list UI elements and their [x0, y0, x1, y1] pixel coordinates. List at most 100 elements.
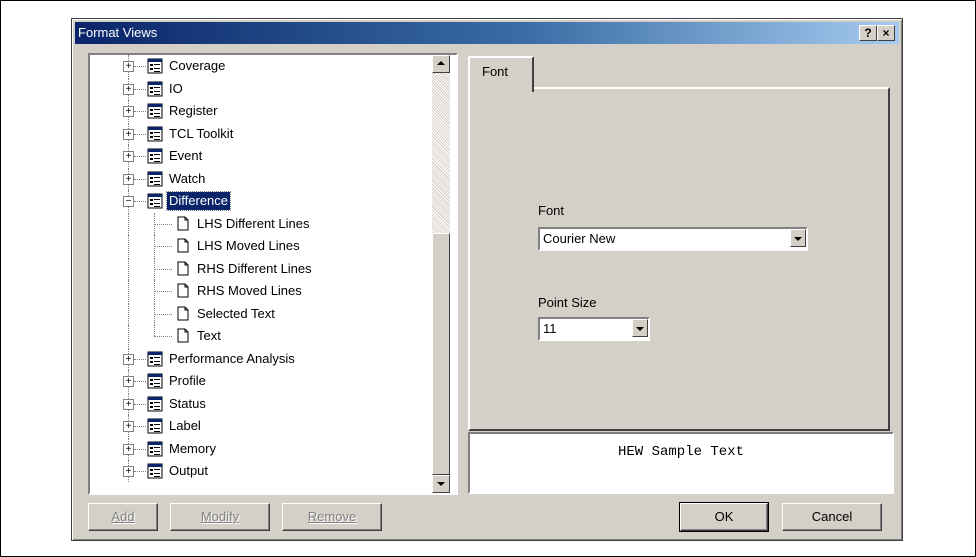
tree-folder-item[interactable]: + Output	[90, 460, 430, 482]
tree-item-label: Watch	[169, 171, 206, 186]
cancel-button[interactable]: Cancel	[782, 503, 882, 531]
tree-folder-item[interactable]: + TCL Toolkit	[90, 123, 430, 145]
window-title: Format Views	[78, 25, 158, 40]
tree-folder-item[interactable]: + Coverage	[90, 55, 430, 77]
point-size-select[interactable]: 11	[538, 317, 650, 341]
ok-button[interactable]: OK	[679, 502, 769, 532]
scroll-up-button[interactable]	[432, 55, 450, 73]
format-views-dialog: Format Views ? × + Coverage + IO + Register + T…	[71, 18, 903, 541]
collapse-icon[interactable]: −	[123, 196, 134, 207]
remove-button-label: Remove	[307, 509, 357, 524]
tree-item-label: RHS Different Lines	[197, 261, 312, 276]
tree-connector	[128, 303, 129, 325]
expand-icon[interactable]: +	[123, 84, 134, 95]
tree-connector	[154, 336, 172, 337]
tree-leaf-item[interactable]: RHS Moved Lines	[90, 280, 430, 302]
tree-leaf-item[interactable]: Text	[90, 325, 430, 347]
font-select[interactable]: Courier New	[538, 227, 808, 251]
tree-folder-item[interactable]: + Profile	[90, 370, 430, 392]
view-group-icon	[147, 463, 163, 479]
tree-item-label: Text	[197, 328, 221, 343]
tree-item-label: TCL Toolkit	[169, 126, 234, 141]
tab-font-label: Font	[482, 64, 509, 79]
tree-folder-item[interactable]: + Register	[90, 100, 430, 122]
tree-folder-item[interactable]: + Memory	[90, 438, 430, 460]
tab-font[interactable]: Font	[468, 56, 534, 92]
add-button[interactable]: Add	[88, 503, 158, 531]
tree-item-label: RHS Moved Lines	[197, 283, 302, 298]
tree-connector	[134, 449, 146, 450]
expand-icon[interactable]: +	[123, 151, 134, 162]
expand-icon[interactable]: +	[123, 421, 134, 432]
tree-item-label: LHS Moved Lines	[197, 238, 300, 253]
down-arrow-icon	[437, 482, 445, 486]
add-button-label: Add	[111, 509, 135, 524]
tree-item-label: IO	[169, 81, 183, 96]
tree-connector	[154, 224, 172, 225]
tree-folder-item[interactable]: + Performance Analysis	[90, 348, 430, 370]
expand-icon[interactable]: +	[123, 466, 134, 477]
tree-connector	[154, 325, 155, 336]
tree-connector	[134, 426, 146, 427]
view-group-icon	[147, 103, 163, 119]
font-select-value: Courier New	[543, 231, 616, 246]
tree-scrollbar[interactable]	[432, 55, 450, 493]
expand-icon[interactable]: +	[123, 129, 134, 140]
tree-item-label: Status	[169, 396, 206, 411]
tree-leaf-item[interactable]: Selected Text	[90, 303, 430, 325]
tree-item-label: Performance Analysis	[169, 351, 295, 366]
scroll-down-button[interactable]	[432, 475, 450, 493]
tree-connector	[134, 471, 146, 472]
help-button[interactable]: ?	[859, 25, 877, 41]
close-button[interactable]: ×	[877, 25, 895, 41]
expand-icon[interactable]: +	[123, 399, 134, 410]
view-group-icon	[147, 193, 163, 209]
tree-folder-item[interactable]: + Watch	[90, 168, 430, 190]
point-size-select-value: 11	[543, 321, 557, 336]
modify-button-label: Modify	[200, 509, 240, 524]
expand-icon[interactable]: +	[123, 106, 134, 117]
tree-connector	[134, 179, 146, 180]
tree-connector	[134, 134, 146, 135]
tree-folder-item[interactable]: + IO	[90, 78, 430, 100]
tree-leaf-item[interactable]: LHS Moved Lines	[90, 235, 430, 257]
view-group-icon	[147, 351, 163, 367]
scroll-thumb[interactable]	[432, 233, 450, 475]
expand-icon[interactable]: +	[123, 61, 134, 72]
expand-icon[interactable]: +	[123, 354, 134, 365]
tree-items: + Coverage + IO + Register + TCL Toolkit + Event +…	[90, 55, 432, 493]
tree-folder-item[interactable]: + Status	[90, 393, 430, 415]
font-select-dropdown-button[interactable]	[790, 229, 806, 247]
tree-leaf-item[interactable]: LHS Different Lines	[90, 213, 430, 235]
tree-item-label: Coverage	[169, 58, 226, 73]
document-icon	[177, 261, 189, 276]
views-tree[interactable]: + Coverage + IO + Register + TCL Toolkit + Event +…	[88, 53, 458, 495]
tree-connector	[154, 269, 172, 270]
tree-leaf-item[interactable]: RHS Different Lines	[90, 258, 430, 280]
view-group-icon	[147, 58, 163, 74]
tree-item-label: Memory	[169, 441, 216, 456]
tree-item-label: LHS Different Lines	[197, 216, 310, 231]
document-icon	[177, 328, 189, 343]
expand-icon[interactable]: +	[123, 376, 134, 387]
tree-folder-item[interactable]: + Event	[90, 145, 430, 167]
tree-folder-item[interactable]: − Difference	[90, 190, 430, 212]
tree-connector	[154, 314, 172, 315]
tree-item-label: Event	[169, 148, 203, 163]
point-size-dropdown-button[interactable]	[632, 319, 648, 337]
expand-icon[interactable]: +	[123, 444, 134, 455]
tree-item-label: Output	[169, 463, 209, 478]
remove-button[interactable]: Remove	[282, 503, 382, 531]
tree-item-label: Label	[169, 418, 201, 433]
tree-connector	[128, 325, 129, 347]
tree-connector	[154, 291, 172, 292]
title-bar[interactable]: Format Views ? ×	[75, 22, 899, 44]
tree-connector	[134, 201, 146, 202]
tree-folder-item[interactable]: + Label	[90, 415, 430, 437]
chevron-down-icon	[794, 237, 802, 241]
modify-button[interactable]: Modify	[170, 503, 270, 531]
tree-connector	[134, 404, 146, 405]
expand-icon[interactable]: +	[123, 174, 134, 185]
tree-connector	[128, 280, 129, 302]
view-group-icon	[147, 126, 163, 142]
